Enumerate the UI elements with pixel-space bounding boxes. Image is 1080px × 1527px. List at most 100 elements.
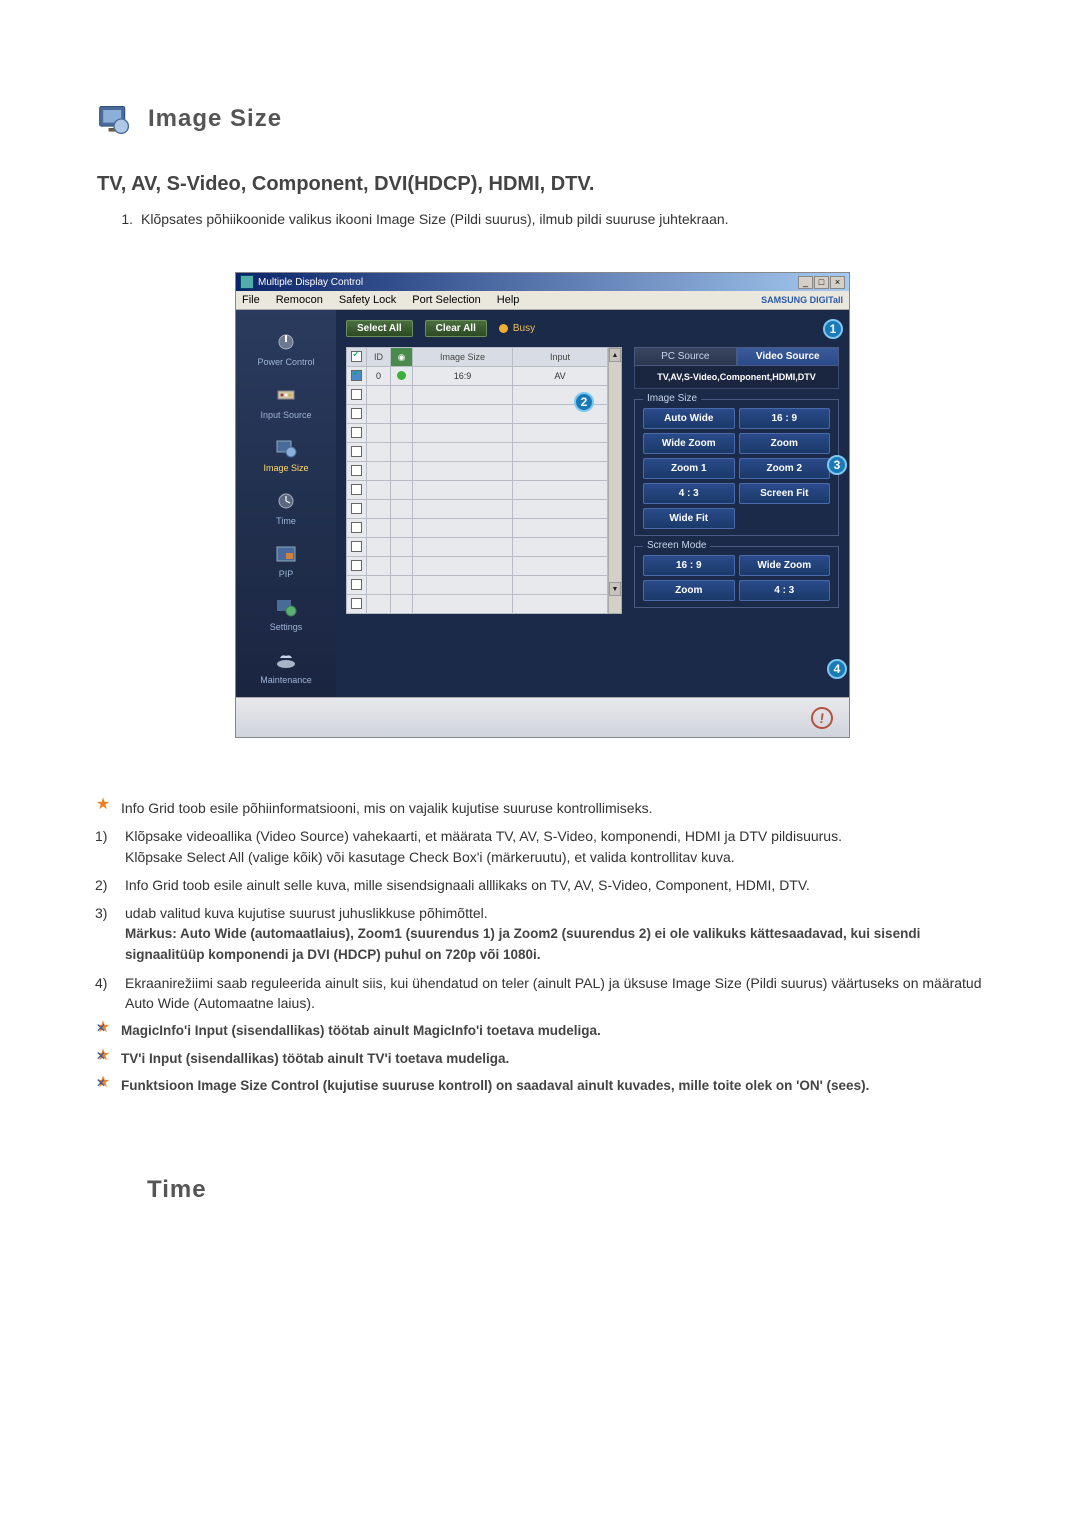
sm-16-9-button[interactable]: 16 : 9 <box>643 555 735 576</box>
row-checkbox[interactable] <box>351 408 362 419</box>
time-icon <box>270 489 302 513</box>
ratio-4-3-button[interactable]: 4 : 3 <box>643 483 735 504</box>
table-row[interactable] <box>347 462 608 481</box>
table-row[interactable] <box>347 481 608 500</box>
info-icon[interactable]: ! <box>810 705 835 730</box>
close-button[interactable]: × <box>830 276 845 289</box>
status-dot-icon <box>397 371 406 380</box>
menu-help[interactable]: Help <box>497 294 520 306</box>
scrollbar[interactable]: ▲ ▼ <box>608 347 622 614</box>
row-checkbox[interactable] <box>351 560 362 571</box>
intro-num: 1. <box>115 211 133 227</box>
sm-wide-zoom-button[interactable]: Wide Zoom <box>739 555 831 576</box>
intro-list: 1. Klõpsates põhiikoonide valikus ikooni… <box>115 211 990 227</box>
table-row[interactable] <box>347 576 608 595</box>
table-row[interactable] <box>347 386 608 405</box>
menu-port-selection[interactable]: Port Selection <box>412 294 480 306</box>
sidebar-item-settings[interactable]: Settings <box>266 593 307 634</box>
row-checkbox[interactable] <box>351 389 362 400</box>
row-checkbox[interactable] <box>351 465 362 476</box>
tab-pc-source[interactable]: PC Source <box>634 347 737 366</box>
sidebar-item-input[interactable]: Input Source <box>256 381 315 422</box>
row-checkbox[interactable] <box>351 427 362 438</box>
badge-3: 3 <box>827 455 847 475</box>
badge-1: 1 <box>823 319 843 339</box>
zoom-button[interactable]: Zoom <box>739 433 831 454</box>
minimize-button[interactable]: _ <box>798 276 813 289</box>
row-checkbox[interactable] <box>351 579 362 590</box>
sidebar: Power Control Input Source Image Size Ti… <box>236 310 336 697</box>
power-icon <box>270 330 302 354</box>
sidebar-item-image-size[interactable]: Image Size <box>259 434 312 475</box>
section-title: Image Size <box>148 105 282 133</box>
info-grid: ID ◉ Image Size Input 0 16:9 AV <box>346 347 622 697</box>
grid-header: ID ◉ Image Size Input <box>347 348 608 367</box>
table-row[interactable] <box>347 424 608 443</box>
table-row[interactable] <box>347 443 608 462</box>
image-size-sidebar-icon <box>270 436 302 460</box>
row-checkbox[interactable] <box>351 522 362 533</box>
scroll-down-icon[interactable]: ▼ <box>609 582 621 596</box>
wide-fit-button[interactable]: Wide Fit <box>643 508 735 529</box>
table-row[interactable] <box>347 595 608 614</box>
table-row[interactable]: 0 16:9 AV <box>347 367 608 386</box>
status-bar: ! <box>236 697 849 737</box>
row-checkbox[interactable] <box>351 541 362 552</box>
sidebar-item-power[interactable]: Power Control <box>253 328 318 369</box>
ratio-16-9-button[interactable]: 16 : 9 <box>739 408 831 429</box>
scroll-up-icon[interactable]: ▲ <box>609 348 621 362</box>
table-row[interactable] <box>347 519 608 538</box>
tab-video-source[interactable]: Video Source <box>737 347 840 366</box>
sidebar-item-pip[interactable]: PIP <box>266 540 306 581</box>
section-header: Image Size <box>95 100 990 138</box>
row-checkbox[interactable] <box>351 503 362 514</box>
menu-remocon[interactable]: Remocon <box>276 294 323 306</box>
right-panel: 1 PC Source Video Source TV,AV,S-Video,C… <box>634 347 839 697</box>
screen-fit-button[interactable]: Screen Fit <box>739 483 831 504</box>
settings-icon <box>270 595 302 619</box>
status-header-icon: ◉ <box>398 352 406 362</box>
sidebar-item-time[interactable]: Time <box>266 487 306 528</box>
titlebar: Multiple Display Control _ □ × <box>236 273 849 291</box>
row-checkbox[interactable] <box>351 370 362 381</box>
row-checkbox[interactable] <box>351 446 362 457</box>
header-checkbox[interactable] <box>351 351 362 362</box>
image-size-group: Image Size Auto Wide 16 : 9 Wide Zoom Zo… <box>634 399 839 536</box>
row-checkbox[interactable] <box>351 484 362 495</box>
maintenance-icon <box>270 648 302 672</box>
note-num: 1) <box>95 826 115 867</box>
sm-4-3-button[interactable]: 4 : 3 <box>739 580 831 601</box>
window-title: Multiple Display Control <box>258 277 363 288</box>
zoom2-button[interactable]: Zoom 2 <box>739 458 831 479</box>
wide-zoom-button[interactable]: Wide Zoom <box>643 433 735 454</box>
zoom1-button[interactable]: Zoom 1 <box>643 458 735 479</box>
subtitle: TV, AV, S-Video, Component, DVI(HDCP), H… <box>97 173 990 196</box>
menu-file[interactable]: File <box>242 294 260 306</box>
intro-text: Klõpsates põhiikoonide valikus ikooni Im… <box>141 211 729 227</box>
table-row[interactable] <box>347 500 608 519</box>
notes-section: ★ Info Grid toob esile põhiinformatsioon… <box>95 798 990 1096</box>
sm-zoom-button[interactable]: Zoom <box>643 580 735 601</box>
busy-dot-icon <box>499 324 508 333</box>
sidebar-item-maintenance[interactable]: Maintenance <box>256 646 316 687</box>
main-panel: Select All Clear All Busy ID ◉ <box>336 310 849 697</box>
screen-mode-group: Screen Mode 16 : 9 Wide Zoom Zoom 4 : 3 <box>634 546 839 608</box>
star-icon: ★ <box>96 798 110 818</box>
badge-2: 2 <box>574 392 594 412</box>
toolbar: Select All Clear All Busy <box>346 320 839 337</box>
table-row[interactable] <box>347 405 608 424</box>
clear-all-button[interactable]: Clear All <box>425 320 487 337</box>
source-label: TV,AV,S-Video,Component,HDMI,DTV <box>634 366 839 389</box>
table-row[interactable] <box>347 557 608 576</box>
note-num: 4) <box>95 973 115 1014</box>
app-window: Multiple Display Control _ □ × File Remo… <box>235 272 850 738</box>
menu-safety-lock[interactable]: Safety Lock <box>339 294 396 306</box>
note-num: 2) <box>95 875 115 895</box>
time-section-header: Time <box>95 1176 990 1204</box>
auto-wide-button[interactable]: Auto Wide <box>643 408 735 429</box>
select-all-button[interactable]: Select All <box>346 320 413 337</box>
row-checkbox[interactable] <box>351 598 362 609</box>
pip-icon <box>270 542 302 566</box>
table-row[interactable] <box>347 538 608 557</box>
maximize-button[interactable]: □ <box>814 276 829 289</box>
